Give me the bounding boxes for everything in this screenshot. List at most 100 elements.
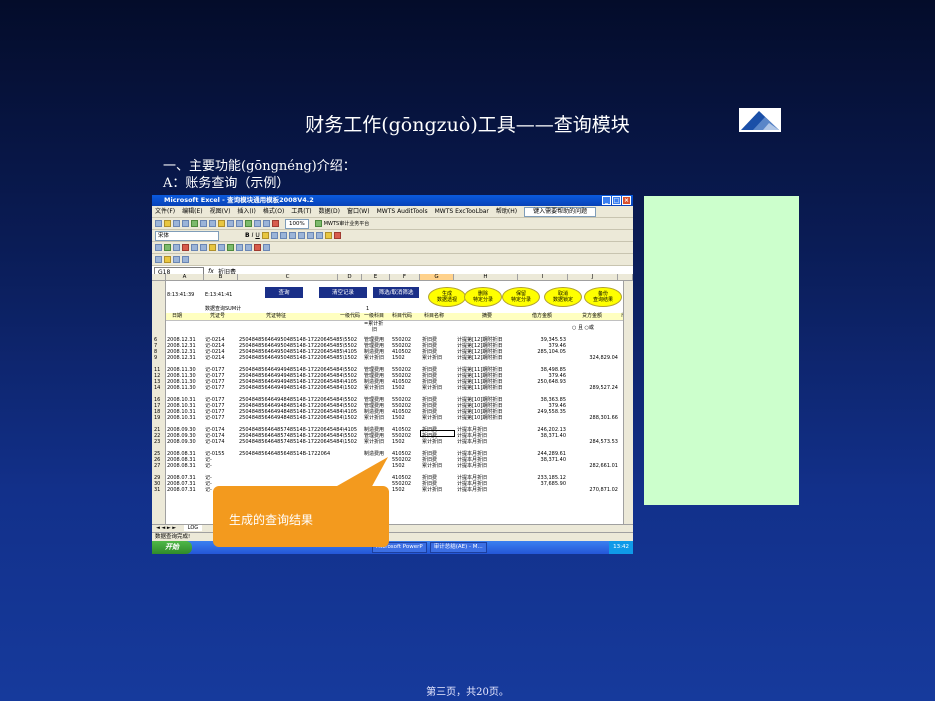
font-color-icon[interactable]	[333, 232, 341, 239]
col-header-g[interactable]: G	[420, 274, 454, 281]
print-icon[interactable]	[182, 220, 189, 227]
menu-help[interactable]: 帮助(H)	[496, 206, 517, 217]
line-icon[interactable]	[173, 244, 180, 251]
italic-button[interactable]: I	[252, 232, 254, 239]
maximize-icon[interactable]: □	[612, 196, 621, 205]
plugin-icon[interactable]	[314, 220, 322, 227]
menu-view[interactable]: 视图(V)	[210, 206, 231, 217]
draw-icon[interactable]	[155, 244, 162, 251]
table-cell[interactable]: 250,648.93	[520, 379, 566, 385]
row-number[interactable]: 31	[154, 487, 160, 493]
table-cell[interactable]: 1502	[392, 415, 405, 421]
col-header-k[interactable]	[618, 274, 633, 281]
table-cell[interactable]: 289,527.24	[572, 385, 618, 391]
comment-icon[interactable]	[164, 256, 171, 263]
table-cell[interactable]: 1502	[392, 439, 405, 445]
menu-window[interactable]: 窗口(W)	[347, 206, 370, 217]
oval-icon[interactable]	[200, 244, 207, 251]
table-cell[interactable]: 累计折旧	[364, 439, 384, 445]
table-cell[interactable]: 249,558.35	[520, 409, 566, 415]
new-icon[interactable]	[155, 220, 162, 227]
table-cell[interactable]: 累计折旧	[422, 439, 442, 445]
help-search-input[interactable]: 键入需要帮助的问题	[524, 207, 597, 217]
clear-records-button[interactable]: 清空记录	[318, 286, 368, 299]
row-number[interactable]: 23	[154, 439, 160, 445]
table-cell[interactable]: 2008.08.31	[167, 463, 196, 469]
copy-icon[interactable]	[209, 220, 216, 227]
cell-sum-formula-2[interactable]: 旧	[372, 327, 377, 333]
table-cell[interactable]: 记-	[205, 487, 212, 493]
autosum-icon[interactable]	[245, 220, 252, 227]
table-cell[interactable]: 282,661.01	[572, 463, 618, 469]
table-cell[interactable]: 1502	[392, 385, 405, 391]
menu-format[interactable]: 格式(O)	[263, 206, 284, 217]
sheet-nav-arrows[interactable]: ◄ ◄ ► ►	[152, 525, 176, 531]
table-cell[interactable]: 250484856464857485148-17220645484\1502	[239, 439, 357, 445]
redo-icon[interactable]	[236, 220, 243, 227]
align-right-icon[interactable]	[279, 232, 287, 239]
table-cell[interactable]: 2008.10.31	[167, 415, 196, 421]
row-number[interactable]: 19	[154, 415, 160, 421]
query-button[interactable]: 查询	[264, 286, 304, 299]
and-or-radio[interactable]: ○ 且 ○或	[572, 325, 594, 331]
table-cell[interactable]: 284,573.53	[572, 439, 618, 445]
table-cell[interactable]: 累计折旧	[364, 355, 384, 361]
keep-entries-button[interactable]: 保留 特定分录	[502, 287, 540, 307]
review-icon[interactable]	[155, 256, 162, 263]
pivot-button[interactable]: 生成 数据透视	[428, 287, 466, 307]
col-header-i[interactable]: I	[518, 274, 568, 281]
menu-insert[interactable]: 插入(I)	[237, 206, 255, 217]
textbox-icon[interactable]	[209, 244, 216, 251]
table-cell[interactable]: 计提第[10]期附折旧	[457, 415, 502, 421]
sort-desc-icon[interactable]	[263, 220, 270, 227]
table-cell[interactable]: 250484856464948485148-17220645484\1502	[239, 415, 357, 421]
table-cell[interactable]: 累计折旧	[422, 355, 442, 361]
table-cell[interactable]: 38,371.40	[520, 433, 566, 439]
table-cell[interactable]: 38,371.40	[520, 457, 566, 463]
col-header-j[interactable]: J	[568, 274, 618, 281]
open-icon[interactable]	[164, 220, 171, 227]
table-cell[interactable]: 记-0174	[205, 439, 225, 445]
active-cell-g18[interactable]	[420, 430, 455, 437]
undo-icon[interactable]	[227, 220, 234, 227]
backup-results-button[interactable]: 备份 查询结果	[584, 287, 622, 307]
row-number[interactable]: 14	[154, 385, 160, 391]
border-icon[interactable]	[315, 232, 323, 239]
cell-b2[interactable]: E:13:41:41	[205, 292, 232, 298]
table-cell[interactable]: 记-0177	[205, 415, 225, 421]
table-cell[interactable]: 288,301.66	[572, 415, 618, 421]
col-header-c[interactable]: C	[238, 274, 338, 281]
table-cell[interactable]: 1502	[392, 463, 405, 469]
close-icon[interactable]: ×	[622, 196, 631, 205]
task-audit[interactable]: 审计总结(AE) - M...	[429, 542, 487, 553]
col-header-b[interactable]: B	[204, 274, 238, 281]
zoom-select[interactable]: 100%	[285, 218, 309, 229]
mail-icon[interactable]	[182, 256, 189, 263]
wordart-icon[interactable]	[218, 244, 225, 251]
plugin-label[interactable]: MWTS审计业务平台	[324, 220, 370, 227]
menu-file[interactable]: 文件(F)	[155, 206, 175, 217]
percent-icon[interactable]	[297, 232, 305, 239]
row-number[interactable]: 27	[154, 463, 160, 469]
underline-button[interactable]: U	[255, 232, 259, 239]
save-icon[interactable]	[173, 220, 180, 227]
comma-icon[interactable]	[306, 232, 314, 239]
cut-icon[interactable]	[200, 220, 207, 227]
table-cell[interactable]: 累计折旧	[422, 463, 442, 469]
col-header-f[interactable]: F	[390, 274, 420, 281]
table-cell[interactable]: 计提本月折旧	[457, 487, 487, 493]
menu-edit[interactable]: 编辑(E)	[182, 206, 202, 217]
table-cell[interactable]: 记-	[205, 463, 212, 469]
align-left-icon[interactable]	[261, 232, 269, 239]
table-cell[interactable]: 累计折旧	[422, 415, 442, 421]
col-header-d[interactable]: D	[338, 274, 362, 281]
shadow-icon[interactable]	[254, 244, 261, 251]
table-cell[interactable]: 累计折旧	[364, 385, 384, 391]
minimize-icon[interactable]: _	[602, 196, 611, 205]
menu-tools[interactable]: 工具(T)	[291, 206, 311, 217]
chart-icon[interactable]	[272, 220, 279, 227]
diagram-icon[interactable]	[245, 244, 252, 251]
fill-color-icon[interactable]	[324, 232, 332, 239]
table-cell[interactable]: 累计折旧	[364, 415, 384, 421]
col-header-h[interactable]: H	[454, 274, 518, 281]
